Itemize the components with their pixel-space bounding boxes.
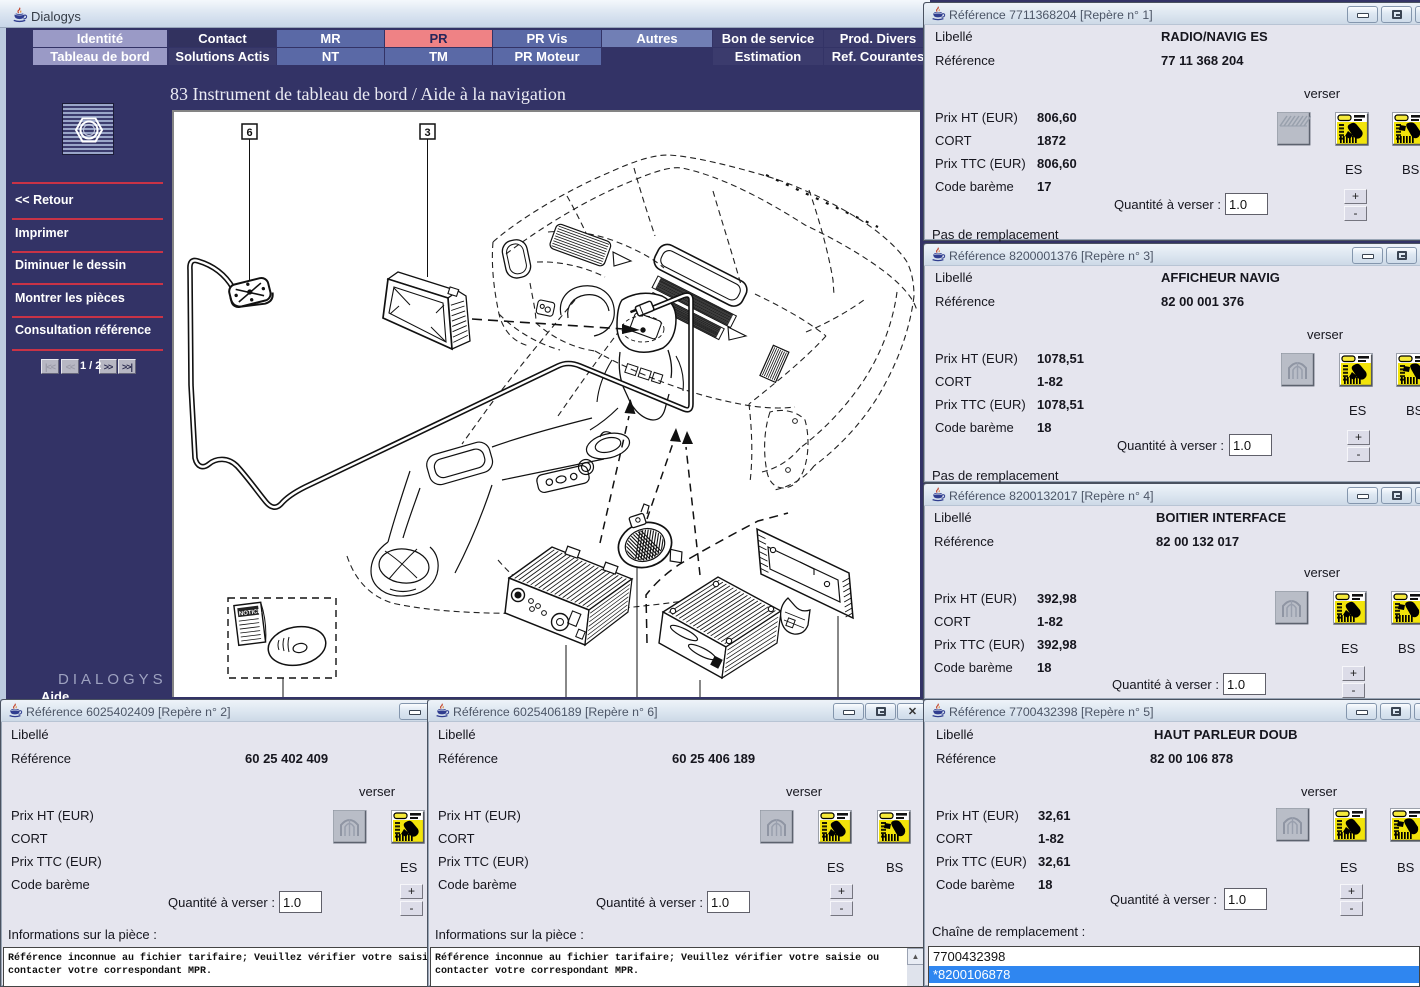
svg-text:6: 6 [246, 127, 252, 139]
svg-text:3: 3 [424, 127, 430, 139]
